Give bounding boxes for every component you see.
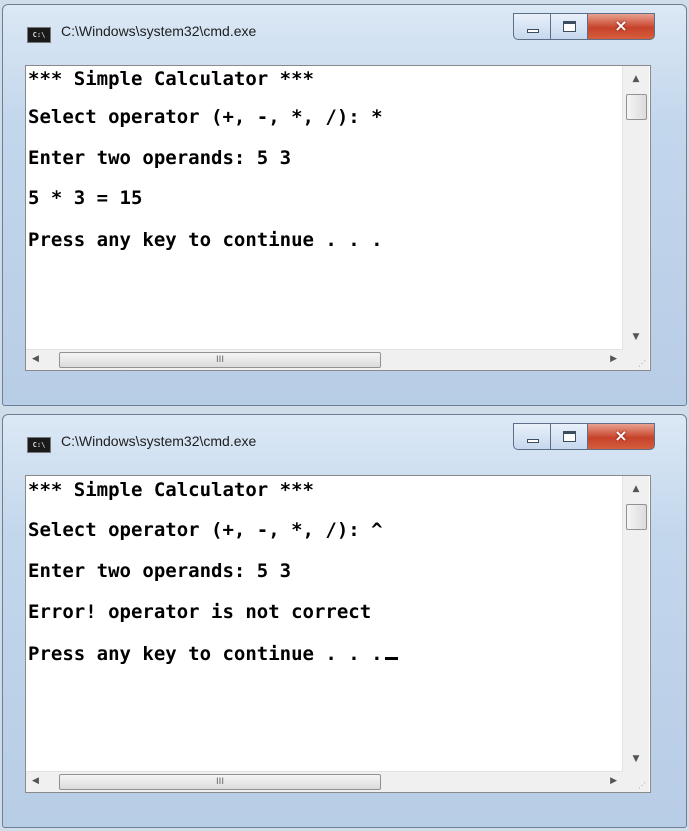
cmd-window-1[interactable]: C:\ C:\Windows\system32\cmd.exe × *** Si… xyxy=(2,4,687,406)
scroll-down-icon[interactable]: ▼ xyxy=(623,754,649,764)
horizontal-scrollbar[interactable]: ◀ III ▶ xyxy=(26,771,623,792)
horizontal-scroll-thumb[interactable]: III xyxy=(59,774,381,790)
scroll-grip-icon: III xyxy=(216,777,224,787)
scroll-right-icon[interactable]: ▶ xyxy=(610,776,617,786)
minimize-icon xyxy=(527,439,539,443)
scroll-down-icon[interactable]: ▼ xyxy=(623,332,649,342)
horizontal-scrollbar[interactable]: ◀ III ▶ xyxy=(26,349,623,370)
console-line-with-cursor: Press any key to continue . . . xyxy=(28,643,398,665)
horizontal-scroll-thumb[interactable]: III xyxy=(59,352,381,368)
console-output[interactable]: *** Simple Calculator *** Select operato… xyxy=(25,475,651,793)
console-line: Error! operator is not correct xyxy=(28,601,372,623)
minimize-icon xyxy=(527,29,539,33)
scroll-right-icon[interactable]: ▶ xyxy=(610,354,617,364)
resize-corner[interactable]: ⋰ xyxy=(623,772,649,792)
console-line: 5 * 3 = 15 xyxy=(28,187,143,209)
cmd-app-icon: C:\ xyxy=(27,437,51,453)
text-cursor xyxy=(384,657,398,660)
vertical-scroll-thumb[interactable] xyxy=(626,504,647,530)
console-line: Select operator (+, -, *, /): * xyxy=(28,106,383,128)
console-output[interactable]: *** Simple Calculator *** Select operato… xyxy=(25,65,651,371)
resize-corner[interactable]: ⋰ xyxy=(623,350,649,370)
minimize-button[interactable] xyxy=(513,13,551,40)
console-line: Enter two operands: 5 3 xyxy=(28,560,292,582)
console-line: Enter two operands: 5 3 xyxy=(28,147,292,169)
vertical-scroll-thumb[interactable] xyxy=(626,94,647,120)
scroll-left-icon[interactable]: ◀ xyxy=(32,354,39,364)
scroll-grip-icon: III xyxy=(216,355,224,365)
close-icon: × xyxy=(614,16,628,35)
console-line: *** Simple Calculator *** xyxy=(28,479,314,501)
cmd-app-icon: C:\ xyxy=(27,27,51,43)
console-line: Press any key to continue . . . xyxy=(28,229,383,251)
vertical-scrollbar[interactable]: ▲ ▼ xyxy=(622,66,649,350)
window-title: C:\Windows\system32\cmd.exe xyxy=(61,23,257,39)
close-icon: × xyxy=(614,426,628,445)
scroll-up-icon[interactable]: ▲ xyxy=(623,484,649,494)
scroll-up-icon[interactable]: ▲ xyxy=(623,74,649,84)
maximize-button[interactable] xyxy=(550,423,588,450)
maximize-icon xyxy=(563,21,576,32)
console-line: Press any key to continue . . . xyxy=(28,643,383,665)
resize-grip-icon: ⋰ xyxy=(638,359,646,368)
minimize-button[interactable] xyxy=(513,423,551,450)
vertical-scrollbar[interactable]: ▲ ▼ xyxy=(622,476,649,772)
close-button[interactable]: × xyxy=(587,13,655,40)
resize-grip-icon: ⋰ xyxy=(638,781,646,790)
window-title: C:\Windows\system32\cmd.exe xyxy=(61,433,257,449)
close-button[interactable]: × xyxy=(587,423,655,450)
console-line: Select operator (+, -, *, /): ^ xyxy=(28,519,383,541)
maximize-icon xyxy=(563,431,576,442)
maximize-button[interactable] xyxy=(550,13,588,40)
scroll-left-icon[interactable]: ◀ xyxy=(32,776,39,786)
cmd-window-2[interactable]: C:\ C:\Windows\system32\cmd.exe × *** Si… xyxy=(2,414,687,828)
console-line: *** Simple Calculator *** xyxy=(28,68,314,90)
